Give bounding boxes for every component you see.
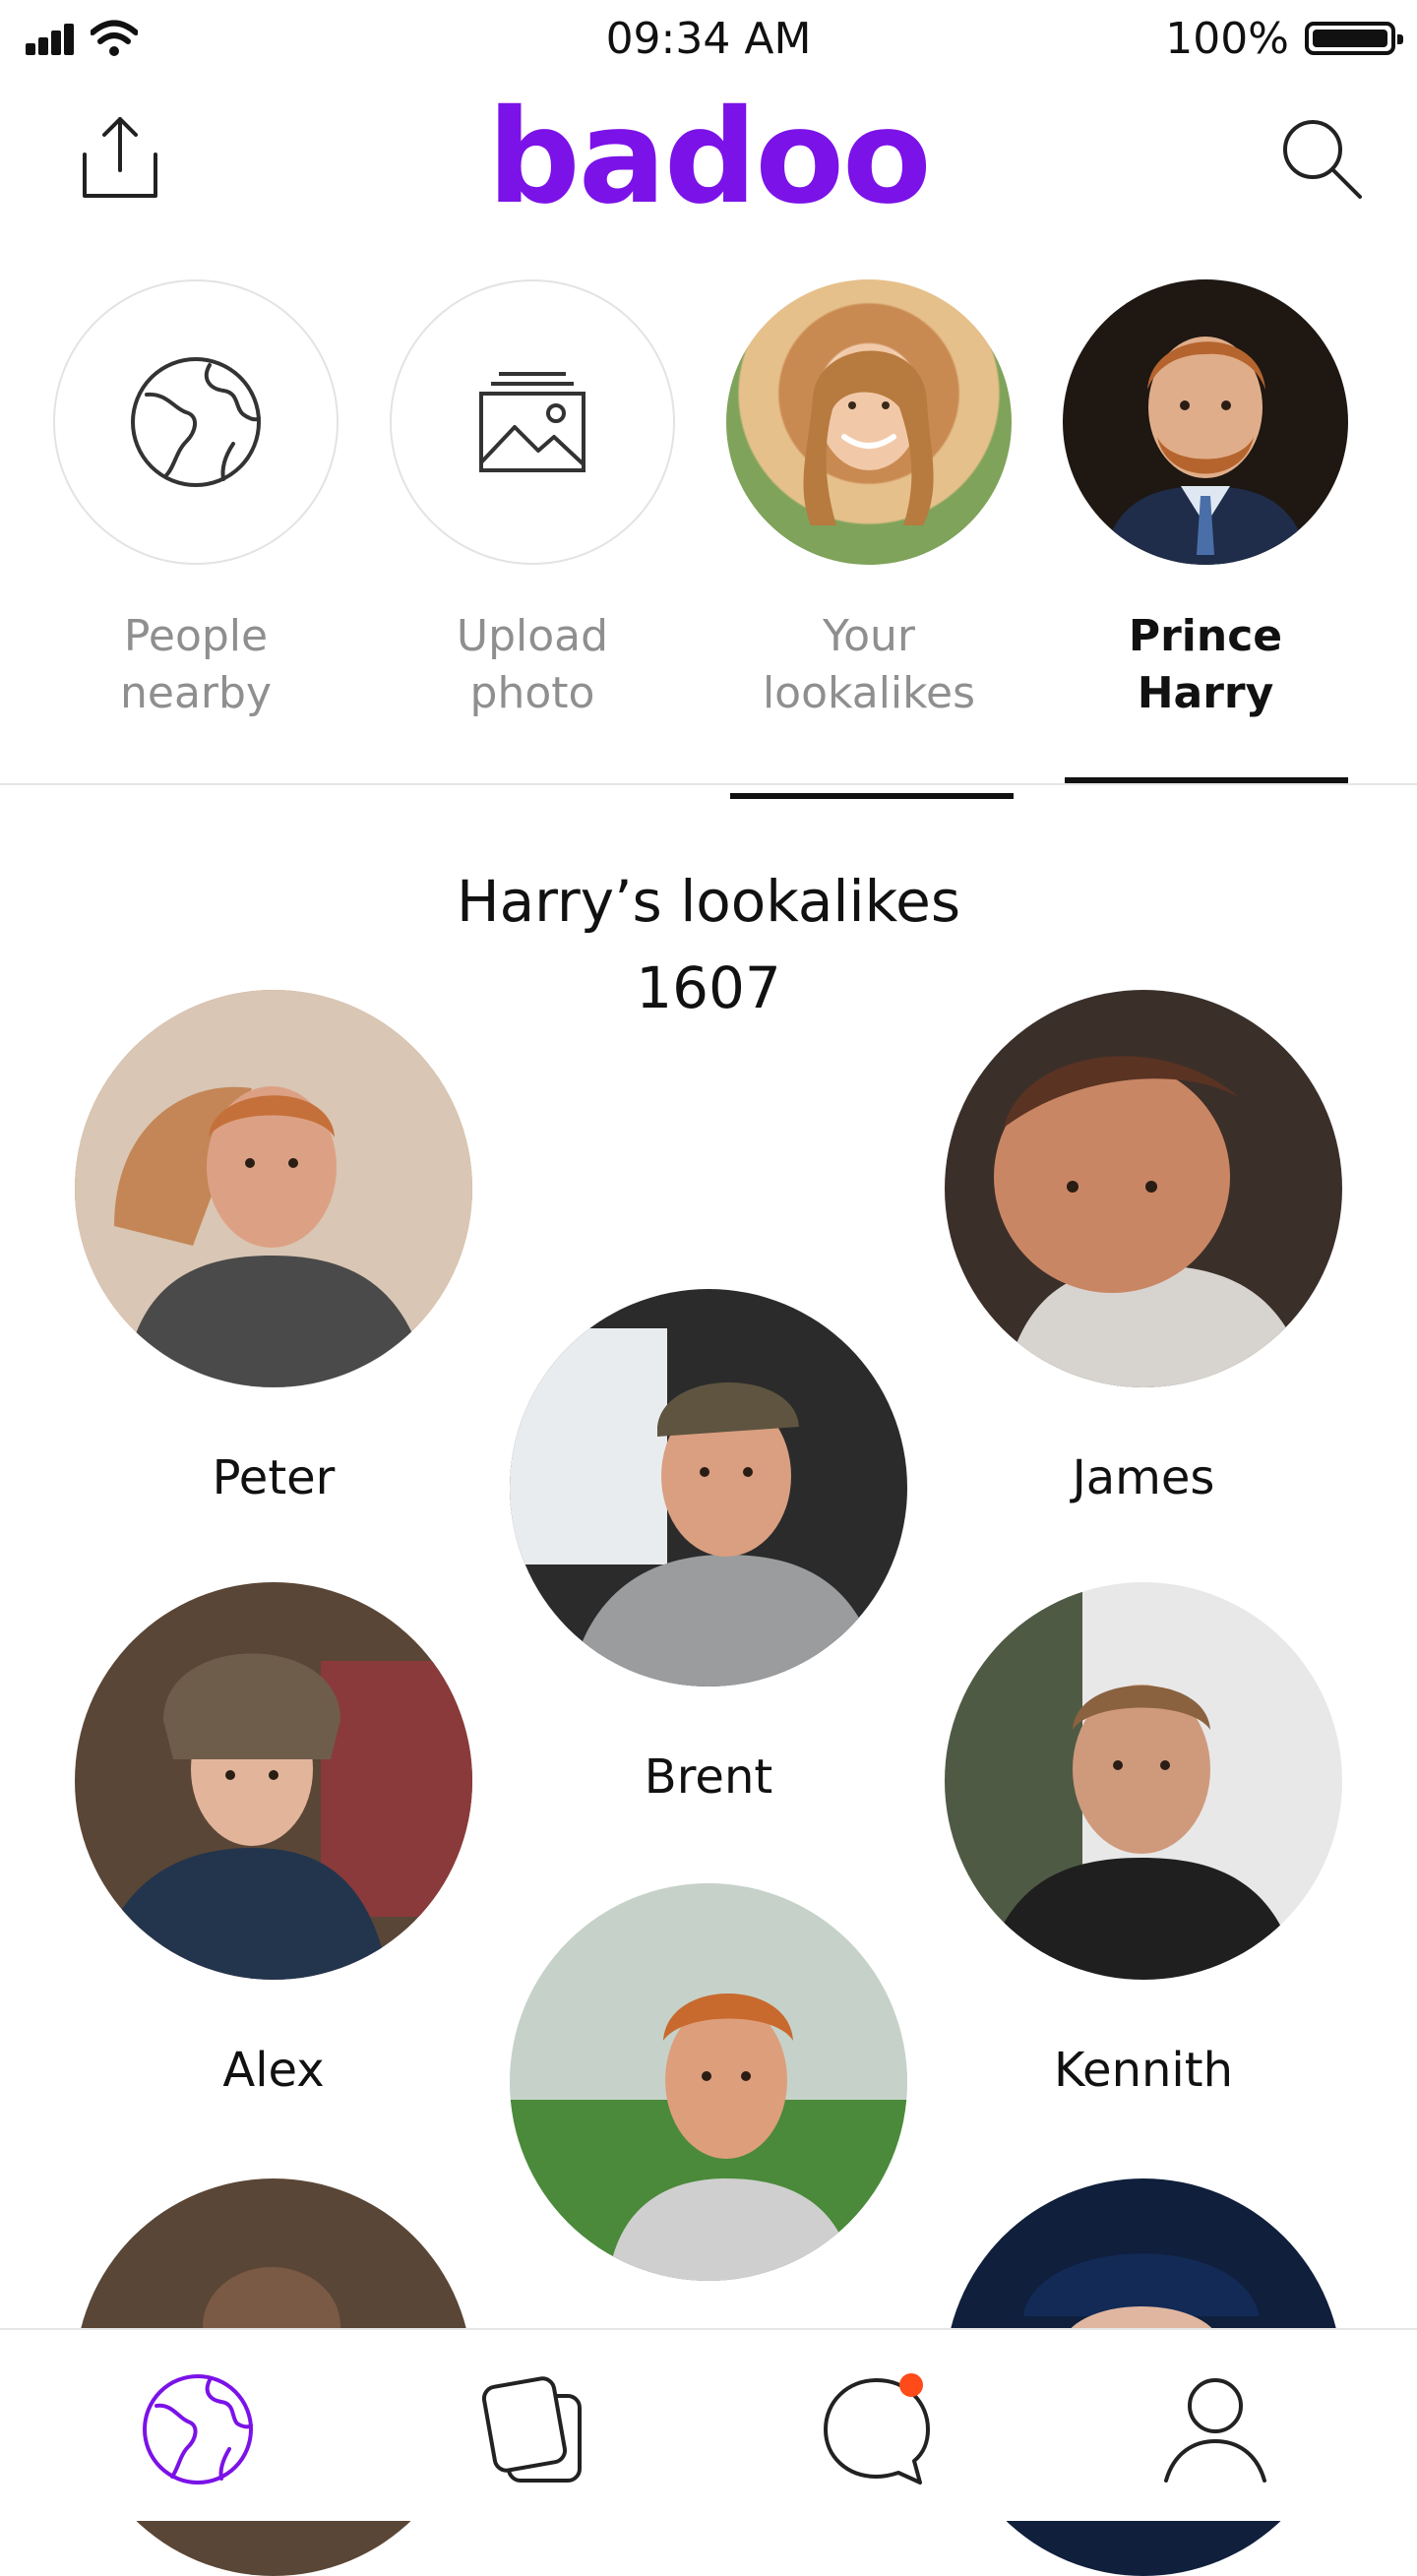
cards-icon bbox=[481, 2376, 582, 2483]
person-name: Alex bbox=[222, 2043, 325, 2098]
person-card-brent[interactable]: Brent bbox=[510, 1289, 907, 1805]
person-name: Peter bbox=[212, 1450, 336, 1505]
person-name: Kennith bbox=[1053, 2043, 1234, 2098]
section-title: Harry’s lookalikes bbox=[456, 868, 961, 935]
story-prince-harry[interactable]: Prince Harry bbox=[1063, 279, 1348, 722]
battery-icon bbox=[1305, 22, 1403, 55]
avatar-photo bbox=[1102, 337, 1309, 565]
person-name: James bbox=[1072, 1450, 1215, 1505]
lookalike-avatar bbox=[726, 279, 1012, 565]
avatar-photo bbox=[94, 1653, 472, 1980]
person-card[interactable] bbox=[510, 1883, 907, 2281]
person-avatar bbox=[510, 1883, 907, 2281]
status-bar: 09:34 AM 100% bbox=[0, 0, 1417, 83]
person-avatar bbox=[945, 990, 1342, 1387]
person-card-james[interactable]: James bbox=[945, 990, 1342, 1505]
photo-stack-icon bbox=[479, 372, 585, 472]
story-circle bbox=[53, 279, 339, 565]
nav-profile[interactable] bbox=[1151, 2365, 1279, 2493]
app-logo: badoo bbox=[487, 82, 931, 233]
person-card-alex[interactable]: Alex bbox=[75, 1582, 472, 2098]
globe-icon bbox=[143, 2374, 253, 2484]
story-label: Your lookalikes bbox=[762, 611, 976, 718]
person-name: Brent bbox=[644, 1749, 773, 1805]
avatar-photo bbox=[945, 1582, 1299, 1980]
nav-chat[interactable] bbox=[813, 2365, 941, 2493]
nav-people-nearby[interactable] bbox=[134, 2365, 262, 2493]
avatar-photo bbox=[510, 1328, 884, 1687]
bottom-nav bbox=[0, 2328, 1417, 2521]
story-upload-photo[interactable]: Upload photo bbox=[390, 279, 675, 722]
battery-percent: 100% bbox=[1165, 14, 1289, 64]
person-avatar bbox=[945, 1582, 1342, 1980]
nav-encounters[interactable] bbox=[470, 2365, 598, 2493]
avatar-photo bbox=[510, 1883, 907, 2281]
person-avatar bbox=[75, 990, 472, 1387]
person-avatar bbox=[75, 1582, 472, 1980]
story-circle bbox=[390, 279, 675, 565]
person-card-kennith[interactable]: Kennith bbox=[945, 1582, 1342, 2098]
avatar-photo bbox=[803, 344, 934, 525]
profile-icon bbox=[1164, 2378, 1266, 2483]
avatar-photo bbox=[75, 990, 472, 1387]
person-card-peter[interactable]: Peter bbox=[75, 990, 472, 1505]
tab-underline-lookalikes bbox=[730, 793, 1014, 799]
notification-badge bbox=[899, 2373, 923, 2397]
story-people-nearby[interactable]: People nearby bbox=[53, 279, 339, 722]
story-label: People nearby bbox=[120, 611, 272, 718]
person-avatar bbox=[510, 1289, 907, 1687]
story-your-lookalikes[interactable]: Your lookalikes bbox=[726, 279, 1012, 722]
avatar-photo bbox=[994, 1056, 1309, 1387]
story-label: Upload photo bbox=[456, 611, 609, 718]
tabs-divider bbox=[0, 783, 1417, 785]
globe-icon bbox=[131, 357, 261, 487]
harry-avatar bbox=[1063, 279, 1348, 565]
search-icon[interactable] bbox=[1279, 116, 1364, 201]
story-label: Prince Harry bbox=[1128, 611, 1283, 718]
